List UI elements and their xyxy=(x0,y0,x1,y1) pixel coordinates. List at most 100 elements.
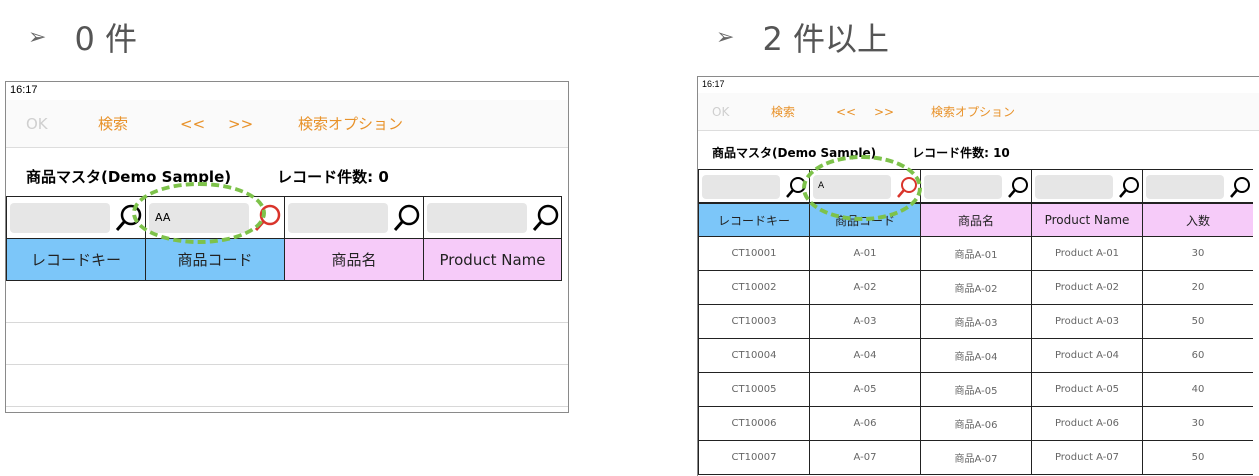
list-item xyxy=(6,323,568,365)
search-button[interactable]: 検索 xyxy=(98,113,128,134)
cell-product-name: Product A-06 xyxy=(1031,407,1142,441)
cell-product-name: Product A-02 xyxy=(1031,271,1142,305)
search-field[interactable] xyxy=(427,203,527,233)
table-row[interactable]: CT10001 A-01 商品A-01 Product A-01 30 xyxy=(698,237,1253,271)
search-field[interactable] xyxy=(702,175,780,199)
cell-product-name-jp: 商品A-03 xyxy=(920,305,1031,339)
screenshot-multiple-results: 16:17 OK 検索 << >> 検索オプション 商品マスタ(Demo Sam… xyxy=(697,76,1259,476)
search-cell xyxy=(1142,169,1253,203)
next-page-button[interactable]: >> xyxy=(228,115,253,133)
cell-quantity: 50 xyxy=(1142,441,1253,475)
list-item xyxy=(6,365,568,407)
cell-record-key: CT10004 xyxy=(698,339,809,373)
search-icon[interactable] xyxy=(1007,175,1030,199)
cell-product-code: A-05 xyxy=(809,373,920,407)
cell-product-name-jp: 商品A-06 xyxy=(920,407,1031,441)
column-header-product-code[interactable]: 商品コード xyxy=(145,238,284,281)
table-row[interactable]: CT10006 A-06 商品A-06 Product A-06 30 xyxy=(698,407,1253,441)
cell-product-code: A-07 xyxy=(809,441,920,475)
cell-product-name-jp: 商品A-02 xyxy=(920,271,1031,305)
search-field[interactable] xyxy=(288,203,388,233)
search-cell xyxy=(6,196,145,239)
prev-page-button[interactable]: << xyxy=(836,105,856,119)
column-header-quantity[interactable]: 入数 xyxy=(1142,203,1253,237)
next-page-button[interactable]: >> xyxy=(874,105,894,119)
cell-record-key: CT10005 xyxy=(698,373,809,407)
section-heading-label: 0 件 xyxy=(74,20,137,58)
cell-product-name-jp: 商品A-01 xyxy=(920,237,1031,271)
table-row[interactable]: CT10003 A-03 商品A-03 Product A-03 50 xyxy=(698,305,1253,339)
search-icon[interactable] xyxy=(1118,175,1141,199)
search-button[interactable]: 検索 xyxy=(771,103,795,120)
cell-product-name: Product A-03 xyxy=(1031,305,1142,339)
column-header-product-name-jp[interactable]: 商品名 xyxy=(284,238,423,281)
result-table-body: CT10001 A-01 商品A-01 Product A-01 30 CT10… xyxy=(698,237,1253,475)
cell-quantity: 60 xyxy=(1142,339,1253,373)
table-row[interactable]: CT10002 A-02 商品A-02 Product A-02 20 xyxy=(698,271,1253,305)
search-options-button[interactable]: 検索オプション xyxy=(298,113,403,134)
column-header-product-code[interactable]: 商品コード xyxy=(809,203,920,237)
record-count: レコード件数: 10 xyxy=(912,146,1010,160)
cell-product-code: A-03 xyxy=(809,305,920,339)
toolbar: OK 検索 << >> 検索オプション xyxy=(698,93,1259,131)
cell-product-name-jp: 商品A-05 xyxy=(920,373,1031,407)
search-icon[interactable] xyxy=(785,175,808,199)
clear-search-icon[interactable] xyxy=(254,203,282,233)
prev-page-button[interactable]: << xyxy=(180,115,205,133)
table-info: 商品マスタ(Demo Sample) レコード件数: 10 xyxy=(712,144,1010,161)
cell-quantity: 30 xyxy=(1142,407,1253,441)
table-row[interactable]: CT10005 A-05 商品A-05 Product A-05 40 xyxy=(698,373,1253,407)
column-header-product-name[interactable]: Product Name xyxy=(1031,203,1142,237)
cell-product-name: Product A-07 xyxy=(1031,441,1142,475)
search-cell: AA xyxy=(145,196,284,239)
table-name: 商品マスタ(Demo Sample) xyxy=(712,146,877,160)
section-heading-zero: ➢ 0 件 xyxy=(28,14,137,60)
search-field[interactable] xyxy=(924,175,1002,199)
ok-button[interactable]: OK xyxy=(712,105,729,119)
record-count: レコード件数: 0 xyxy=(277,168,389,186)
cell-record-key: CT10006 xyxy=(698,407,809,441)
cell-record-key: CT10002 xyxy=(698,271,809,305)
cell-product-code: A-04 xyxy=(809,339,920,373)
cell-product-name: Product A-05 xyxy=(1031,373,1142,407)
table-header: レコードキー 商品コード 商品名 Product Name 入数 xyxy=(698,203,1253,237)
search-icon[interactable] xyxy=(1229,175,1252,199)
clear-search-icon[interactable] xyxy=(896,175,919,199)
search-cell: A xyxy=(809,169,920,203)
cell-product-code: A-01 xyxy=(809,237,920,271)
status-time: 16:17 xyxy=(10,84,38,96)
cell-product-name-jp: 商品A-04 xyxy=(920,339,1031,373)
table-row[interactable]: CT10007 A-07 商品A-07 Product A-07 50 xyxy=(698,441,1253,475)
search-cell xyxy=(423,196,562,239)
search-icon[interactable] xyxy=(393,203,421,233)
table-name: 商品マスタ(Demo Sample) xyxy=(26,168,232,186)
search-field[interactable] xyxy=(1035,175,1113,199)
ok-button[interactable]: OK xyxy=(26,115,48,133)
table-row[interactable]: CT10004 A-04 商品A-04 Product A-04 60 xyxy=(698,339,1253,373)
search-field[interactable]: AA xyxy=(149,203,249,233)
search-cell xyxy=(920,169,1031,203)
cell-quantity: 40 xyxy=(1142,373,1253,407)
list-item xyxy=(6,281,568,323)
search-cell xyxy=(698,169,809,203)
search-cell xyxy=(1031,169,1142,203)
table-header: レコードキー 商品コード 商品名 Product Name xyxy=(6,238,562,281)
search-icon[interactable] xyxy=(115,203,143,233)
table-info: 商品マスタ(Demo Sample) レコード件数: 0 xyxy=(26,166,389,187)
section-heading-label: 2 件以上 xyxy=(762,20,889,58)
column-header-product-name[interactable]: Product Name xyxy=(423,238,562,281)
search-options-button[interactable]: 検索オプション xyxy=(931,103,1015,120)
search-field[interactable] xyxy=(1146,175,1224,199)
search-field[interactable] xyxy=(10,203,110,233)
column-header-record-key[interactable]: レコードキー xyxy=(6,238,145,281)
status-time: 16:17 xyxy=(702,79,725,89)
column-header-product-name-jp[interactable]: 商品名 xyxy=(920,203,1031,237)
arrow-bullet-icon: ➢ xyxy=(28,24,47,50)
cell-product-code: A-06 xyxy=(809,407,920,441)
search-icon[interactable] xyxy=(532,203,560,233)
arrow-bullet-icon: ➢ xyxy=(716,24,735,50)
column-header-record-key[interactable]: レコードキー xyxy=(698,203,809,237)
cell-product-name: Product A-01 xyxy=(1031,237,1142,271)
screenshot-zero-results: 16:17 OK 検索 << >> 検索オプション 商品マスタ(Demo Sam… xyxy=(5,81,569,413)
search-field[interactable]: A xyxy=(813,175,891,199)
